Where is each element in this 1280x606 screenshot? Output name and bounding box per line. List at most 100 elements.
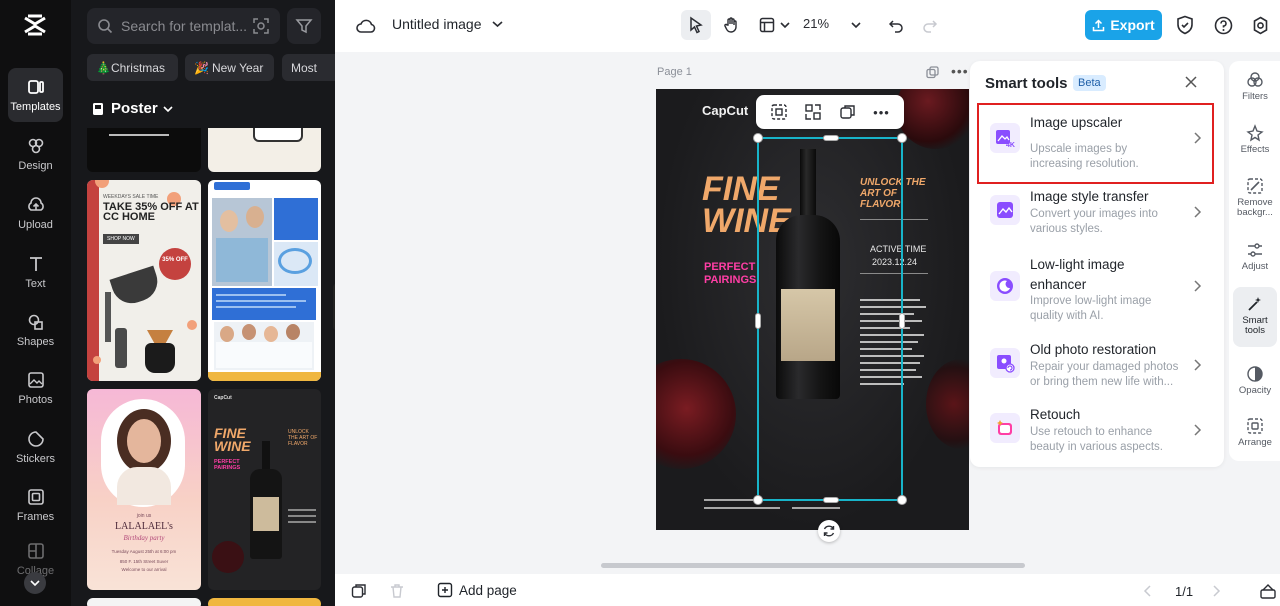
rr-item-adjust[interactable]: Adjust: [1233, 233, 1277, 281]
search-input[interactable]: Search for templat...: [121, 18, 252, 34]
resize-handle[interactable]: [823, 497, 839, 503]
birthday-welcome: Welcome to our arrival: [121, 567, 167, 572]
template-thumb-cropped[interactable]: [87, 598, 201, 606]
rr-item-opacity[interactable]: Opacity: [1233, 357, 1277, 405]
rail-item-photos[interactable]: Photos: [8, 361, 63, 415]
resize-handle[interactable]: [755, 313, 761, 329]
capcut-logo[interactable]: [22, 14, 48, 36]
template-thumb-cropped[interactable]: [87, 128, 201, 172]
layout-menu-button[interactable]: [755, 10, 793, 40]
duplicate-page-bottom-button[interactable]: [351, 583, 367, 599]
export-icon: [1093, 18, 1105, 31]
undo-button[interactable]: [886, 15, 906, 35]
category-label: Poster: [111, 100, 158, 117]
rr-item-label: Effects: [1240, 144, 1270, 155]
settings-button[interactable]: [1249, 14, 1271, 36]
chip-new-year[interactable]: 🎉 New Year: [185, 54, 274, 81]
add-page-button[interactable]: Add page: [437, 582, 517, 598]
resize-handle[interactable]: [753, 133, 763, 143]
page-more-button[interactable]: •••: [951, 63, 969, 79]
birthday-name: LALALAEL's: [115, 521, 173, 532]
rr-item-effects[interactable]: Effects: [1233, 116, 1277, 164]
smart-tool-style-transfer[interactable]: Image style transfer Convert your images…: [978, 179, 1216, 245]
rr-item-filters[interactable]: Filters: [1233, 63, 1277, 111]
rail-item-templates[interactable]: Templates: [8, 68, 63, 122]
close-icon[interactable]: [1184, 75, 1198, 89]
template-thumb-cropped[interactable]: [208, 598, 321, 606]
rotate-handle[interactable]: [818, 520, 840, 542]
resize-handle[interactable]: [897, 133, 907, 143]
selection-box[interactable]: [753, 133, 907, 505]
duplicate-page-button[interactable]: [926, 66, 940, 80]
page-label: Page 1: [657, 66, 692, 78]
templates-icon: [27, 80, 44, 94]
opacity-icon: [1247, 366, 1263, 382]
document-title-text: Untitled image: [392, 16, 482, 32]
security-button[interactable]: [1174, 14, 1196, 36]
rail-item-label: Upload: [18, 219, 53, 231]
chip-label: New Year: [211, 60, 264, 75]
rail-item-upload[interactable]: Upload: [8, 186, 63, 240]
export-button[interactable]: Export: [1085, 10, 1162, 40]
category-dropdown[interactable]: Poster: [91, 100, 179, 117]
rail-item-frames[interactable]: Frames: [8, 478, 63, 532]
image-search-icon[interactable]: [252, 17, 270, 35]
rail-item-design[interactable]: Design: [8, 127, 63, 181]
add-page-label: Add page: [459, 582, 517, 598]
resize-handle[interactable]: [899, 313, 905, 329]
delete-page-button[interactable]: [389, 583, 405, 599]
resize-handle[interactable]: [753, 495, 763, 505]
arrange-icon: [1247, 418, 1263, 434]
rr-item-label: Remove backgr...: [1237, 197, 1273, 218]
template-thumb-birthday[interactable]: join us LALALAEL's Birthday party Tuesda…: [87, 389, 201, 590]
chip-christmas[interactable]: 🎄 Christmas: [87, 54, 178, 81]
pages-panel-button[interactable]: [1259, 582, 1277, 600]
undo-icon: [888, 20, 903, 33]
document-title[interactable]: Untitled image: [392, 16, 503, 32]
collapse-rail-button[interactable]: [24, 572, 46, 594]
smart-tool-old-photo[interactable]: Old photo restoration Repair your damage…: [978, 332, 1216, 398]
duplicate-icon[interactable]: [839, 103, 857, 121]
rr-item-smart-tools[interactable]: Smart tools: [1233, 287, 1277, 347]
smart-tool-retouch[interactable]: Retouch Use retouch to enhance beauty in…: [978, 397, 1216, 463]
template-thumb-coffee[interactable]: WEEKDAYS SALE TIME TAKE 35% OFF AT CC HO…: [87, 180, 201, 381]
horizontal-scrollbar[interactable]: [601, 563, 1025, 568]
template-thumb-cropped[interactable]: [208, 128, 321, 172]
smart-tool-name: Image style transfer: [1030, 189, 1149, 204]
crop-select-icon[interactable]: [770, 103, 788, 121]
more-options-icon[interactable]: •••: [873, 105, 890, 120]
rail-item-text[interactable]: Text: [8, 245, 63, 299]
cloud-save-button[interactable]: [355, 15, 377, 37]
template-thumb-medical[interactable]: [208, 180, 321, 381]
chevron-right-icon: [1194, 424, 1202, 436]
redo-button[interactable]: [920, 15, 940, 35]
rr-item-arrange[interactable]: Arrange: [1233, 409, 1277, 457]
rail-item-collage[interactable]: Collage: [8, 537, 63, 577]
prev-page-button[interactable]: [1143, 584, 1155, 598]
zoom-level[interactable]: 21%: [803, 16, 829, 31]
rail-item-stickers[interactable]: Stickers: [8, 420, 63, 474]
resize-handle[interactable]: [823, 135, 839, 141]
next-page-button[interactable]: [1211, 584, 1223, 598]
poster-icon: [93, 102, 103, 115]
help-button[interactable]: [1212, 14, 1234, 36]
resize-handle[interactable]: [897, 495, 907, 505]
page-count: 1/1: [1175, 584, 1194, 599]
rail-item-shapes[interactable]: Shapes: [8, 303, 63, 357]
chip-most[interactable]: Most: [282, 54, 335, 81]
smart-tool-desc: Convert your images into various styles.: [1030, 208, 1158, 235]
template-thumb-wine[interactable]: CapCut FINE WINE UNLOCK THE ART OF FLAVO…: [208, 389, 321, 590]
copy-icon: [926, 66, 939, 79]
template-search[interactable]: Search for templat...: [87, 8, 280, 44]
select-tool-button[interactable]: [681, 10, 711, 40]
beta-badge: Beta: [1073, 75, 1106, 91]
smart-tool-desc: Use retouch to enhance beauty in various…: [1030, 426, 1163, 453]
group-icon[interactable]: [804, 103, 822, 121]
rr-item-remove-bg[interactable]: Remove backgr...: [1233, 169, 1277, 227]
hand-tool-button[interactable]: [717, 10, 747, 40]
smart-tool-low-light[interactable]: Low-light image enhancer Improve low-lig…: [978, 247, 1216, 327]
zoom-dropdown-button[interactable]: [849, 16, 863, 34]
coffee-badge: 35% OFF: [159, 248, 191, 280]
filter-button[interactable]: [287, 8, 321, 44]
birthday-join: join us: [136, 513, 152, 519]
